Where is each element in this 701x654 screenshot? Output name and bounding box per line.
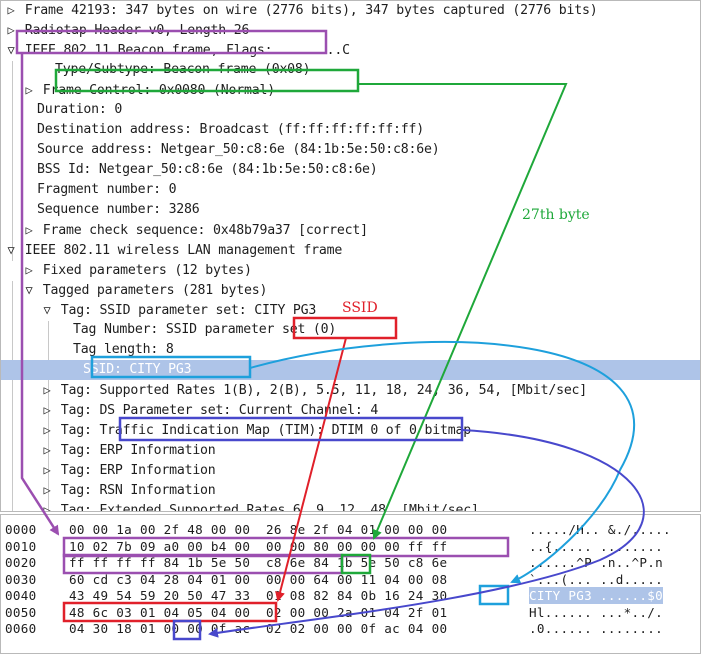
tree-row-label: IEEE 802.11 wireless LAN management fram… [24, 243, 343, 258]
hex-row[interactable]: 0010 10 02 7b 09 a0 00 b4 00 00 00 80 00 … [1, 538, 700, 555]
tree-row-label: Frame 42193: 347 bytes on wire (2776 bit… [24, 3, 598, 18]
expand-toggle-icon[interactable]: ▷ [23, 80, 35, 100]
tree-row[interactable]: Fragment number: 0 [1, 180, 700, 200]
expand-toggle-icon[interactable]: ▷ [41, 500, 53, 511]
tree-row-label: Tag: RSN Information [60, 483, 216, 498]
tree-row-label: Type/Subtype: Beacon frame (0x08) [55, 62, 311, 77]
expand-toggle-icon[interactable]: ▷ [41, 480, 53, 500]
hex-row[interactable]: 0030 60 cd c3 04 28 04 01 00 00 00 64 00 … [1, 571, 700, 588]
hex-ascii: `...(... ..d..... [529, 571, 663, 587]
hex-bytes: ff ff ff ff 84 1b 5e 50 c8 6e 84 1b 5e 5… [69, 555, 448, 570]
tree-row-label: Tag Number: SSID parameter set (0) [73, 322, 337, 337]
hex-offset: 0020 [5, 555, 37, 570]
expand-toggle-icon[interactable]: ▷ [23, 220, 35, 240]
expand-toggle-icon[interactable]: ▷ [23, 260, 35, 280]
tree-row[interactable]: ▽ Tag: SSID parameter set: CITY PG3 [1, 300, 700, 320]
hex-offset: 0030 [5, 571, 37, 587]
tree-row-label: Fragment number: 0 [37, 182, 177, 197]
tree-row-label: Frame Control: 0x0080 (Normal) [42, 83, 275, 98]
hex-offset: 0040 [5, 588, 37, 603]
tree-row-label: BSS Id: Netgear_50:c8:6e (84:1b:5e:50:c8… [37, 162, 378, 177]
hex-row[interactable]: 0000 00 00 1a 00 2f 48 00 00 26 8e 2f 04 … [1, 521, 700, 538]
tree-row[interactable]: ▷ Tag: ERP Information [1, 440, 700, 460]
tree-row[interactable]: ▷ Radiotap Header v0, Length 26 [1, 20, 700, 40]
tree-row-label: IEEE 802.11 Beacon frame, Flags: .......… [24, 43, 350, 58]
hex-ascii: ...../H.. &./..... [529, 522, 671, 537]
expand-toggle-icon[interactable]: ▷ [41, 400, 53, 420]
tree-row[interactable]: Destination address: Broadcast (ff:ff:ff… [1, 120, 700, 140]
tree-row[interactable]: ▽ IEEE 802.11 Beacon frame, Flags: .....… [1, 40, 700, 60]
tree-row[interactable]: Source address: Netgear_50:c8:6e (84:1b:… [1, 140, 700, 160]
tree-row[interactable]: ▷ Tag: Supported Rates 1(B), 2(B), 5.5, … [1, 380, 700, 400]
hex-bytes: 43 49 54 59 20 50 47 33 01 08 82 84 0b 1… [69, 588, 448, 603]
tree-row-label: Tag: SSID parameter set: CITY PG3 [60, 303, 317, 318]
expand-toggle-icon[interactable]: ▷ [41, 460, 53, 480]
hex-ascii: Hl...... ...*../. [529, 604, 663, 620]
hex-ascii: CITY PG3 ......$0 [529, 587, 663, 604]
tree-row-label: Tag: ERP Information [60, 463, 216, 478]
tree-row[interactable]: ▽ IEEE 802.11 wireless LAN management fr… [1, 240, 700, 260]
hex-offset: 0010 [5, 538, 37, 554]
collapse-toggle-icon[interactable]: ▽ [23, 280, 35, 300]
hex-ascii: ..{..... ........ [529, 538, 663, 554]
packet-details-tree[interactable]: ▷ Frame 42193: 347 bytes on wire (2776 b… [0, 0, 701, 512]
hex-offset: 0050 [5, 604, 37, 620]
tree-row[interactable]: ▷ Fixed parameters (12 bytes) [1, 260, 700, 280]
hex-bytes: 04 30 18 01 00 00 0f ac 02 02 00 00 0f a… [69, 621, 448, 636]
tree-row[interactable]: Type/Subtype: Beacon frame (0x08) [1, 60, 700, 80]
tree-row[interactable]: Tag Number: SSID parameter set (0) [1, 320, 700, 340]
tree-row-label: Tagged parameters (281 bytes) [42, 283, 268, 298]
tree-row-label: Duration: 0 [37, 102, 123, 117]
tree-row-label: Source address: Netgear_50:c8:6e (84:1b:… [37, 142, 440, 157]
tree-row-label: Destination address: Broadcast (ff:ff:ff… [37, 122, 424, 137]
hex-dump-pane[interactable]: 0000 00 00 1a 00 2f 48 00 00 26 8e 2f 04 … [0, 514, 701, 654]
tree-row-label: Tag length: 8 [73, 342, 174, 357]
expand-toggle-icon[interactable]: ▷ [41, 440, 53, 460]
expand-toggle-icon[interactable]: ▷ [41, 380, 53, 400]
packet-dissection-window: ▷ Frame 42193: 347 bytes on wire (2776 b… [0, 0, 701, 654]
hex-bytes: 00 00 1a 00 2f 48 00 00 26 8e 2f 04 01 0… [69, 522, 448, 537]
tree-row-label: Radiotap Header v0, Length 26 [24, 23, 250, 38]
tree-row-label: Tag: Supported Rates 1(B), 2(B), 5.5, 11… [60, 383, 588, 398]
tree-row[interactable]: BSS Id: Netgear_50:c8:6e (84:1b:5e:50:c8… [1, 160, 700, 180]
tree-row[interactable]: SSID: CITY PG3 [1, 360, 700, 380]
tree-row[interactable]: ▷ Tag: Extended Supported Rates 6, 9, 12… [1, 500, 700, 512]
tree-row-label: Tag: Traffic Indication Map (TIM): DTIM … [60, 423, 471, 438]
hex-row[interactable]: 0020 ff ff ff ff 84 1b 5e 50 c8 6e 84 1b … [1, 554, 700, 571]
tree-row[interactable]: ▷ Tag: RSN Information [1, 480, 700, 500]
hex-bytes: 60 cd c3 04 28 04 01 00 00 00 64 00 11 0… [69, 571, 448, 587]
tree-row[interactable]: ▷ Tag: Traffic Indication Map (TIM): DTI… [1, 420, 700, 440]
hex-ascii: .0...... ........ [529, 621, 663, 636]
tree-row[interactable]: ▷ Tag: DS Parameter set: Current Channel… [1, 400, 700, 420]
tree-row-label: Tag: Extended Supported Rates 6, 9, 12, … [60, 503, 479, 512]
tree-row[interactable]: ▷ Tag: ERP Information [1, 460, 700, 480]
hex-offset: 0000 [5, 522, 37, 537]
tree-row-label: Tag: DS Parameter set: Current Channel: … [60, 403, 379, 418]
hex-row[interactable]: 0050 48 6c 03 01 04 05 04 00 02 00 00 2a … [1, 604, 700, 621]
hex-offset: 0060 [5, 621, 37, 636]
tree-row[interactable]: Duration: 0 [1, 100, 700, 120]
tree-row-label: Frame check sequence: 0x48b79a37 [correc… [42, 223, 368, 238]
tree-row[interactable]: Sequence number: 3286 [1, 200, 700, 220]
hex-row[interactable]: 0060 04 30 18 01 00 00 0f ac 02 02 00 00 … [1, 620, 700, 637]
tree-row-label: SSID: CITY PG3 [83, 362, 192, 377]
expand-toggle-icon[interactable]: ▷ [5, 20, 17, 40]
tree-row[interactable]: ▷ Frame check sequence: 0x48b79a37 [corr… [1, 220, 700, 240]
collapse-toggle-icon[interactable]: ▽ [41, 300, 53, 320]
hex-bytes: 48 6c 03 01 04 05 04 00 02 00 00 2a 01 0… [69, 604, 448, 620]
expand-toggle-icon[interactable]: ▷ [41, 420, 53, 440]
tree-row-label: Sequence number: 3286 [37, 202, 200, 217]
hex-row[interactable]: 0040 43 49 54 59 20 50 47 33 01 08 82 84 … [1, 587, 700, 604]
tree-row[interactable]: ▷ Frame 42193: 347 bytes on wire (2776 b… [1, 1, 700, 20]
hex-bytes: 10 02 7b 09 a0 00 b4 00 00 00 80 00 00 0… [69, 538, 448, 554]
tree-row[interactable]: Tag length: 8 [1, 340, 700, 360]
collapse-toggle-icon[interactable]: ▽ [5, 40, 17, 60]
tree-row[interactable]: ▽ Tagged parameters (281 bytes) [1, 280, 700, 300]
expand-toggle-icon[interactable]: ▷ [5, 1, 17, 20]
tree-row-label: Fixed parameters (12 bytes) [42, 263, 252, 278]
hex-ascii: ......^P .n..^P.n [529, 555, 663, 570]
tree-row[interactable]: ▷ Frame Control: 0x0080 (Normal) [1, 80, 700, 100]
collapse-toggle-icon[interactable]: ▽ [5, 240, 17, 260]
tree-row-label: Tag: ERP Information [60, 443, 216, 458]
